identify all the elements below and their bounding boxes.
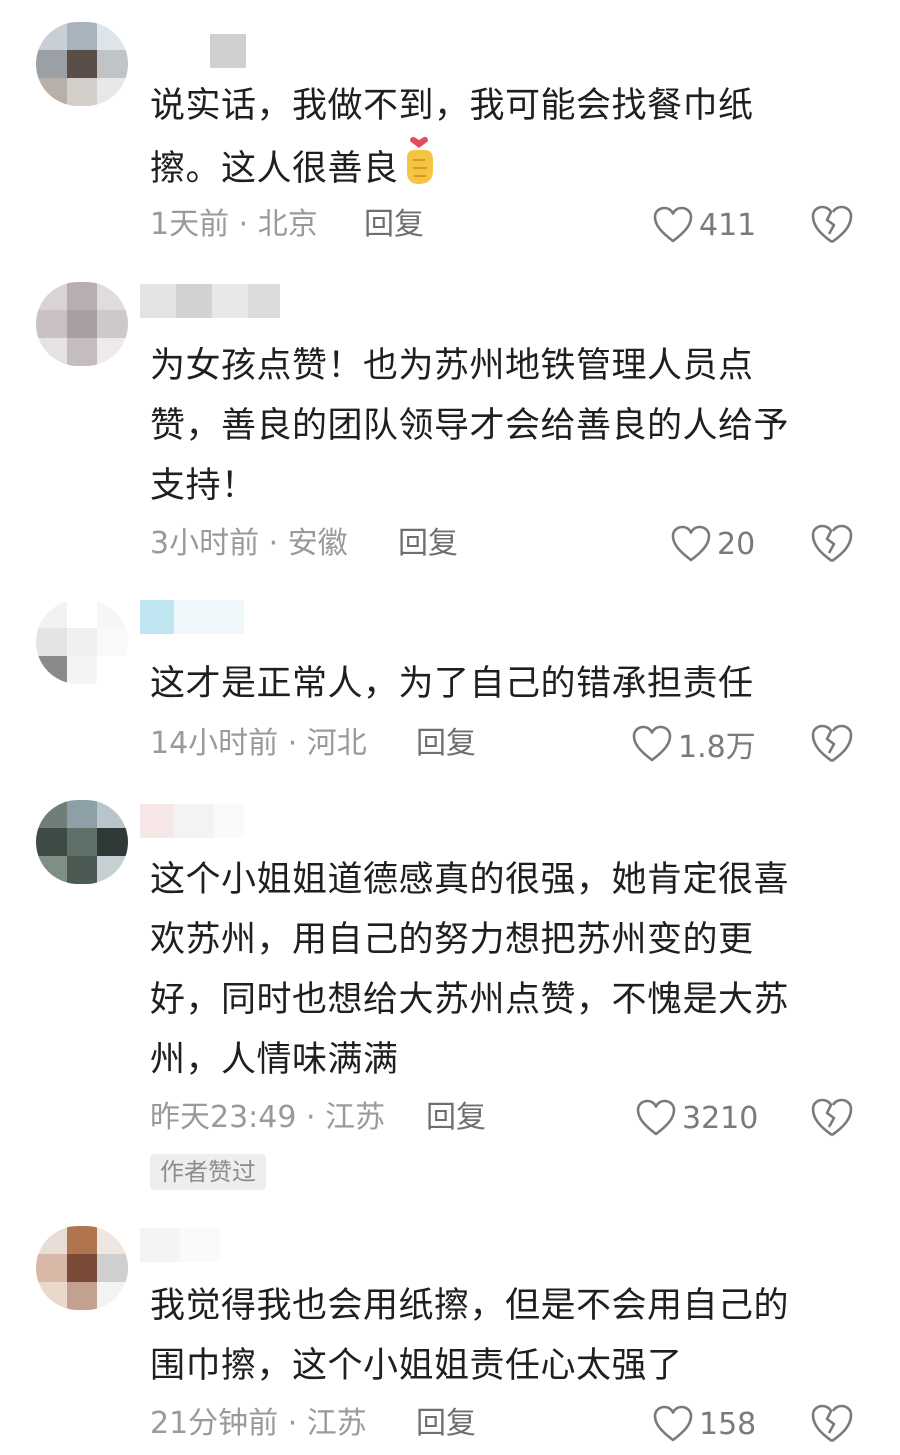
avatar[interactable]	[36, 1226, 128, 1310]
avatar[interactable]	[36, 282, 128, 366]
comment-meta: 昨天23:49 · 江苏	[150, 1100, 386, 1135]
reply-button[interactable]: 回复	[398, 522, 458, 566]
username-blurred[interactable]	[140, 804, 244, 838]
broken-heart-icon[interactable]	[810, 203, 854, 247]
heart-outline-icon	[671, 525, 711, 562]
username-blurred[interactable]	[140, 34, 250, 68]
like-count: 20	[717, 526, 756, 562]
comment-text: 我觉得我也会用纸擦，但是不会用自己的 围巾擦，这个小姐姐责任心太强了	[150, 1286, 790, 1386]
broken-heart-icon[interactable]	[810, 1096, 854, 1140]
comment-meta: 14小时前 · 河北	[150, 726, 367, 761]
like-count: 1.8万	[678, 730, 756, 765]
comment-text: 说实话，我做不到，我可能会找餐巾纸 擦。这人很善良	[150, 86, 754, 189]
reply-button[interactable]: 回复	[364, 203, 424, 247]
like-count: 411	[699, 207, 757, 243]
username-blurred[interactable]	[140, 284, 280, 318]
comment-meta: 3小时前 · 安徽	[150, 526, 348, 561]
reply-button[interactable]: 回复	[426, 1096, 486, 1140]
avatar[interactable]	[36, 800, 128, 884]
username-blurred[interactable]	[140, 1228, 220, 1262]
comment-text: 这个小姐姐道德感真的很强，她肯定很喜 欢苏州，用自己的努力想把苏州变的更 好，同…	[150, 860, 790, 1080]
like-button[interactable]: 411	[653, 203, 756, 247]
heart-outline-icon	[632, 725, 672, 762]
comment-meta: 1天前 · 北京	[150, 207, 318, 242]
like-button[interactable]: 158	[653, 1402, 756, 1446]
heart-outline-icon	[653, 206, 693, 243]
username-blurred[interactable]	[140, 600, 244, 634]
comment-meta: 21分钟前 · 江苏	[150, 1406, 367, 1441]
like-count: 3210	[682, 1100, 759, 1136]
like-button[interactable]: 20	[671, 522, 755, 566]
broken-heart-icon[interactable]	[810, 722, 854, 766]
finger-heart-emoji	[406, 136, 433, 184]
like-count: 158	[699, 1406, 757, 1442]
reply-button[interactable]: 回复	[416, 722, 476, 766]
reply-button[interactable]: 回复	[416, 1402, 476, 1446]
comment-text: 这才是正常人，为了自己的错承担责任	[150, 664, 754, 704]
broken-heart-icon[interactable]	[810, 1402, 854, 1446]
like-button[interactable]: 1.8万	[632, 722, 756, 766]
broken-heart-icon[interactable]	[810, 522, 854, 566]
like-button[interactable]: 3210	[636, 1096, 758, 1140]
avatar[interactable]	[36, 22, 128, 106]
author-liked-badge: 作者赞过	[150, 1154, 266, 1190]
heart-outline-icon	[636, 1099, 676, 1136]
comment-text: 为女孩点赞！也为苏州地铁管理人员点 赞，善良的团队领导才会给善良的人给予 支持！	[150, 346, 790, 506]
heart-outline-icon	[653, 1405, 693, 1442]
avatar[interactable]	[36, 600, 128, 684]
